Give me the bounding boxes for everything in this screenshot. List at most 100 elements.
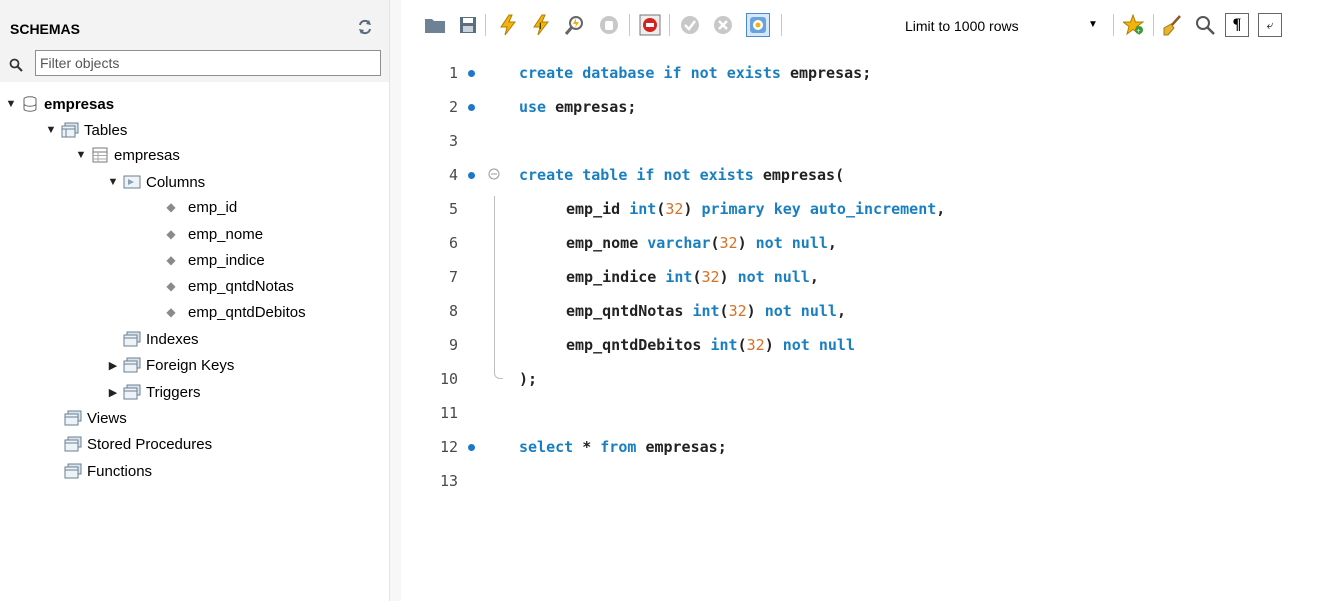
- toolbar-separator: [1113, 14, 1114, 36]
- line-number: 11: [439, 404, 458, 422]
- indexes-folder-icon: [123, 331, 141, 347]
- rollback-icon[interactable]: [711, 13, 735, 37]
- statement-marker-icon: [468, 104, 475, 111]
- code-text: use empresas;: [519, 98, 637, 116]
- tree-stored-procedures[interactable]: Stored Procedures: [61, 432, 212, 456]
- collapse-arrow-icon[interactable]: ▶: [106, 386, 120, 399]
- column-diamond-icon: ◆: [166, 253, 176, 267]
- filter-objects-input[interactable]: [35, 50, 381, 76]
- code-text: select * from empresas;: [519, 438, 727, 456]
- collapse-arrow-icon[interactable]: ▶: [106, 359, 120, 372]
- column-diamond-icon: ◆: [166, 305, 176, 319]
- code-line[interactable]: 6 emp_nome varchar(32) not null,: [401, 227, 1340, 261]
- fold-guide: [494, 196, 495, 371]
- schemas-header: SCHEMAS: [0, 0, 389, 48]
- tree-column-item[interactable]: ◆ emp_nome: [164, 222, 263, 246]
- tree-schema-empresas[interactable]: ▼ empresas: [4, 92, 115, 116]
- expand-arrow-icon[interactable]: ▼: [4, 98, 18, 110]
- column-name: emp_qntdDebitos: [188, 303, 306, 321]
- tree-columns[interactable]: ▼ Columns: [106, 170, 206, 194]
- column-name: emp_indice: [188, 251, 265, 269]
- toolbar-separator: [1153, 14, 1154, 36]
- toolbar-separator: [629, 14, 630, 36]
- execute-current-icon[interactable]: I: [529, 13, 553, 37]
- invisible-chars-icon[interactable]: ¶: [1225, 13, 1249, 37]
- limit-rows-select[interactable]: Limit to 1000 rows ▼: [905, 17, 1105, 37]
- code-text: emp_indice int(32) not null,: [566, 268, 819, 286]
- functions-label: Functions: [87, 462, 153, 480]
- fold-collapse-icon[interactable]: [488, 168, 500, 180]
- expand-arrow-icon[interactable]: ▼: [44, 124, 58, 136]
- bookmark-icon[interactable]: +: [1122, 13, 1146, 37]
- chevron-down-icon[interactable]: ▼: [1088, 19, 1098, 30]
- line-number: 10: [439, 370, 458, 388]
- tree-functions[interactable]: Functions: [61, 459, 152, 483]
- expand-arrow-icon[interactable]: ▼: [106, 176, 120, 188]
- code-line[interactable]: 3: [401, 125, 1340, 159]
- database-icon: [23, 96, 37, 112]
- stored-procedures-label: Stored Procedures: [87, 435, 213, 453]
- execute-icon[interactable]: [496, 13, 520, 37]
- code-line[interactable]: 2 use empresas;: [401, 91, 1340, 125]
- code-line[interactable]: 9 emp_qntdDebitos int(32) not null: [401, 329, 1340, 363]
- autocommit-icon[interactable]: [746, 13, 770, 37]
- code-line[interactable]: 8 emp_qntdNotas int(32) not null,: [401, 295, 1340, 329]
- line-number: 13: [439, 472, 458, 490]
- svg-text:+: +: [1137, 28, 1141, 35]
- views-label: Views: [87, 409, 127, 427]
- tree-column-item[interactable]: ◆ emp_indice: [164, 248, 265, 272]
- line-number: 8: [448, 302, 458, 320]
- tree-triggers[interactable]: ▶ Triggers: [106, 380, 201, 404]
- sql-editor[interactable]: I Limit to 1000 rows ▼ + ¶ ⤶ 1 create da…: [401, 0, 1340, 601]
- code-text: );: [519, 370, 538, 388]
- commit-icon[interactable]: [678, 13, 702, 37]
- code-text: emp_qntdDebitos int(32) not null: [566, 336, 855, 354]
- code-text: emp_id int(32) primary key auto_incremen…: [566, 200, 946, 218]
- code-text: emp_qntdNotas int(32) not null,: [566, 302, 846, 320]
- tree-tables[interactable]: ▼ Tables: [44, 118, 128, 142]
- open-folder-icon[interactable]: [423, 13, 447, 37]
- toggle-error-icon[interactable]: [638, 13, 662, 37]
- code-line[interactable]: 13: [401, 465, 1340, 499]
- code-line[interactable]: 4 create table if not exists empresas(: [401, 159, 1340, 193]
- fold-guide-end: [494, 370, 503, 379]
- line-number: 7: [448, 268, 458, 286]
- toolbar-separator: [669, 14, 670, 36]
- limit-rows-label: Limit to 1000 rows: [905, 18, 1019, 34]
- code-line[interactable]: 1 create database if not exists empresas…: [401, 57, 1340, 91]
- line-number: 5: [448, 200, 458, 218]
- tree-column-item[interactable]: ◆ emp_qntdNotas: [164, 274, 294, 298]
- tree-views[interactable]: Views: [61, 406, 127, 430]
- code-line[interactable]: 12 select * from empresas;: [401, 431, 1340, 465]
- column-diamond-icon: ◆: [166, 279, 176, 293]
- explain-icon[interactable]: [563, 13, 587, 37]
- stored-procedures-folder-icon: [64, 436, 82, 452]
- tree-column-item[interactable]: ◆ emp_qntdDebitos: [164, 300, 306, 324]
- tree-foreign-keys[interactable]: ▶ Foreign Keys: [106, 353, 235, 377]
- code-line[interactable]: 5 emp_id int(32) primary key auto_increm…: [401, 193, 1340, 227]
- code-text: create table if not exists empresas(: [519, 166, 845, 184]
- save-icon[interactable]: [456, 13, 480, 37]
- code-line[interactable]: 11: [401, 397, 1340, 431]
- wrap-icon[interactable]: ⤶: [1258, 13, 1282, 37]
- stop-icon[interactable]: [597, 13, 621, 37]
- tree-table-empresas[interactable]: ▼ empresas: [74, 143, 180, 167]
- schemas-title: SCHEMAS: [10, 21, 81, 37]
- columns-label: Columns: [146, 173, 206, 191]
- code-line[interactable]: 7 emp_indice int(32) not null,: [401, 261, 1340, 295]
- column-diamond-icon: ◆: [166, 227, 176, 241]
- code-line[interactable]: 10 );: [401, 363, 1340, 397]
- splitter[interactable]: [390, 0, 401, 601]
- statement-marker-icon: [468, 70, 475, 77]
- find-icon[interactable]: [1193, 13, 1217, 37]
- line-number: 2: [448, 98, 458, 116]
- tree-indexes[interactable]: Indexes: [120, 327, 199, 351]
- svg-text:I: I: [539, 21, 542, 31]
- refresh-icon[interactable]: [356, 18, 374, 36]
- beautify-icon[interactable]: [1161, 13, 1185, 37]
- toolbar-separator: [781, 14, 782, 36]
- columns-folder-icon: [123, 175, 141, 189]
- expand-arrow-icon[interactable]: ▼: [74, 149, 88, 161]
- schemas-panel: SCHEMAS ▼ empresas ▼ Table: [0, 0, 390, 601]
- tree-column-item[interactable]: ◆ emp_id: [164, 195, 237, 219]
